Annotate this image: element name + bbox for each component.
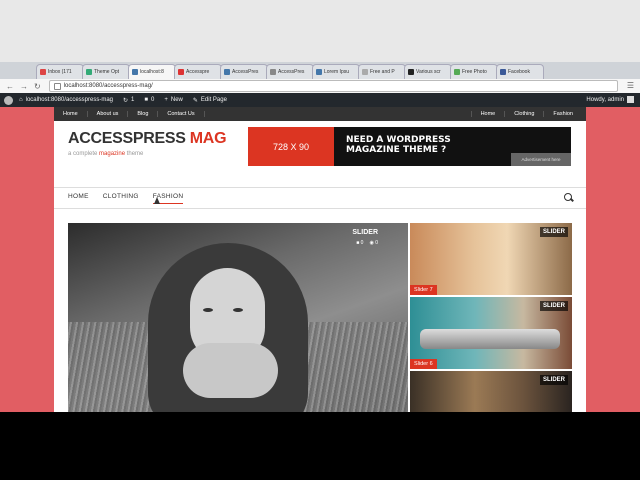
address-bar: ← → ↻ localhost:8080/accesspress-mag/ ☰ <box>0 79 640 94</box>
page-icon <box>224 69 230 75</box>
slider-category-label[interactable]: SLIDER <box>539 301 568 311</box>
topnav-right-home-link[interactable]: Home <box>470 111 505 117</box>
page-icon <box>316 69 322 75</box>
side-slider-item[interactable]: SLIDER Slider 6 <box>410 297 572 369</box>
page-icon <box>132 69 138 75</box>
browser-tab[interactable]: Theme Opt <box>82 64 130 79</box>
site-logo[interactable]: ACCESSPRESS MAG <box>68 130 227 148</box>
pencil-icon: ✎ <box>192 97 198 104</box>
browser-tab[interactable]: Various scr <box>404 64 452 79</box>
slider-category-label[interactable]: SLIDER <box>539 375 568 385</box>
browser-tab[interactable]: Lorem Ipsu <box>312 64 360 79</box>
main-slider-image[interactable]: SLIDER ■ 0 ◉ 0 <box>68 223 408 412</box>
slider-category-label[interactable]: SLIDER <box>352 229 378 236</box>
admin-bar-updates[interactable]: ↻ 1 <box>123 97 134 104</box>
gmail-icon <box>40 69 46 75</box>
browser-tab[interactable]: Free and P <box>358 64 406 79</box>
browser-tab[interactable]: Free Photo <box>450 64 498 79</box>
browser-tab[interactable]: Facebook <box>496 64 544 79</box>
ad-button[interactable]: Advertisement here <box>511 153 571 166</box>
topnav-about-link[interactable]: About us <box>88 111 129 117</box>
browser-tab[interactable]: AccessPres <box>220 64 268 79</box>
hamburger-menu-icon[interactable]: ☰ <box>627 81 634 90</box>
slide-caption[interactable]: Slider 7 <box>410 285 437 295</box>
admin-bar-site-link[interactable]: ⌂ localhost:8080/accesspress-mag <box>19 97 113 103</box>
page-icon <box>178 69 184 75</box>
main-navigation: HOME CLOTHING FASHION <box>54 187 586 209</box>
view-count: ◉ 0 <box>369 240 378 246</box>
page-icon <box>86 69 92 75</box>
refresh-icon: ↻ <box>123 97 129 104</box>
home-icon: ⌂ <box>19 97 23 103</box>
topnav-right-clothing-link[interactable]: Clothing <box>504 111 543 117</box>
slide-caption[interactable]: Slider 6 <box>410 359 437 369</box>
header-advertisement[interactable]: 728 X 90 NEED A WORDPRESS MAGAZINE THEME … <box>248 127 571 166</box>
browser-tab-active[interactable]: localhost:8 <box>128 64 176 79</box>
page-icon <box>362 69 368 75</box>
avatar <box>627 96 634 103</box>
slide-figure-hands <box>183 343 278 398</box>
comment-count: ■ 0 <box>356 240 364 246</box>
facebook-icon <box>500 69 506 75</box>
slide-figure-eye <box>233 308 243 312</box>
ad-size-label: 728 X 90 <box>248 127 334 166</box>
top-navigation: Home About us Blog Contact Us Home Cloth… <box>54 107 586 121</box>
mouse-cursor <box>154 197 160 204</box>
mainnav-home-link[interactable]: HOME <box>68 193 89 203</box>
wordpress-logo-icon[interactable] <box>4 95 13 105</box>
browser-tab-bar: Inbox (171 Theme Opt localhost:8 Accessp… <box>0 62 640 135</box>
plus-icon: + <box>164 97 168 103</box>
url-input[interactable]: localhost:8080/accesspress-mag/ <box>48 80 618 92</box>
admin-bar-comments[interactable]: ■ 0 <box>144 97 154 103</box>
comment-icon: ■ <box>144 97 149 103</box>
ad-headline: NEED A WORDPRESS MAGAZINE THEME ? <box>346 135 451 155</box>
topnav-right-fashion-link[interactable]: Fashion <box>543 111 582 117</box>
page-icon <box>408 69 414 75</box>
site-tagline: a complete magazine theme <box>68 151 144 157</box>
admin-bar-account[interactable]: Howdy, admin <box>586 96 634 103</box>
topnav-home-link[interactable]: Home <box>54 111 88 117</box>
forward-arrow-icon[interactable]: → <box>20 82 28 91</box>
slide-car-detail <box>420 329 560 349</box>
mainnav-clothing-link[interactable]: CLOTHING <box>103 193 139 203</box>
browser-tab[interactable]: Accesspre <box>174 64 222 79</box>
admin-bar-edit-page[interactable]: ✎ Edit Page <box>193 97 227 104</box>
admin-bar-new[interactable]: + New <box>164 97 183 103</box>
browser-tab[interactable]: Inbox (171 <box>36 64 84 79</box>
slide-figure-eye <box>203 308 213 312</box>
side-slider-item[interactable]: SLIDER Slider 7 <box>410 223 572 295</box>
side-slider-item[interactable]: SLIDER <box>410 371 572 412</box>
topnav-contact-link[interactable]: Contact Us <box>158 111 205 117</box>
back-arrow-icon[interactable]: ← <box>6 82 14 91</box>
slider-category-label[interactable]: SLIDER <box>539 227 568 237</box>
browser-tab[interactable]: AccessPres <box>266 64 314 79</box>
page-icon <box>454 69 460 75</box>
slider-stats: ■ 0 ◉ 0 <box>356 240 378 246</box>
reload-icon[interactable]: ↻ <box>34 82 41 91</box>
topnav-blog-link[interactable]: Blog <box>128 111 159 117</box>
wp-admin-bar: ⌂ localhost:8080/accesspress-mag ↻ 1 ■ 0 + N… <box>0 93 640 107</box>
page-icon <box>270 69 276 75</box>
search-icon[interactable] <box>564 193 572 201</box>
